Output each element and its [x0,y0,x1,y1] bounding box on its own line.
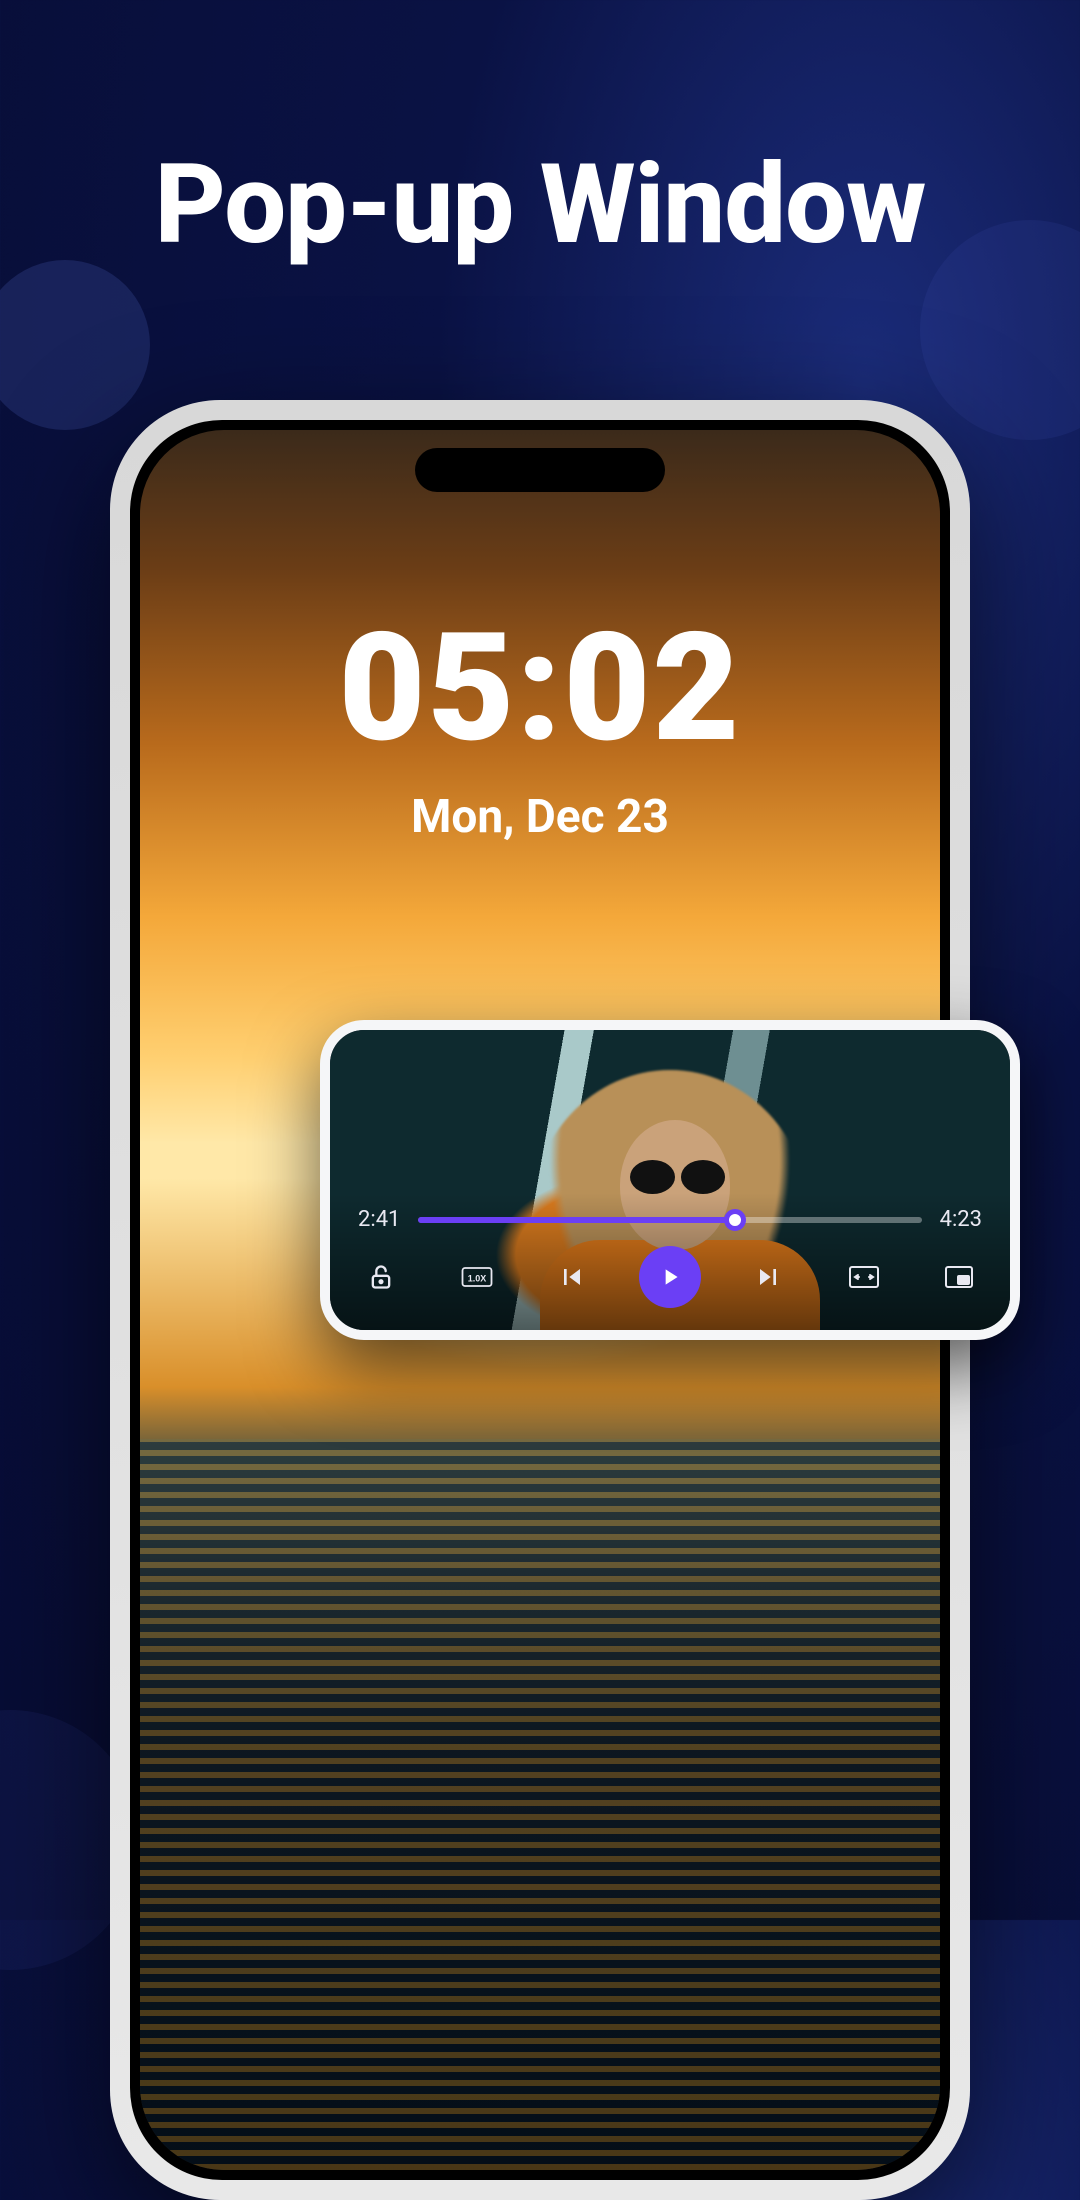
lockscreen-date: Mon, Dec 23 [140,790,940,844]
progress-row: 2:41 4:23 [358,1207,982,1232]
playback-center-group [549,1246,791,1308]
speed-icon: 1.0X [461,1265,493,1289]
page-title: Pop-up Window [0,140,1080,269]
seek-bar-thumb[interactable] [724,1209,746,1231]
phone-notch [415,448,665,492]
lock-button[interactable] [358,1254,404,1300]
seek-bar-fill [418,1217,735,1223]
next-button[interactable] [745,1254,791,1300]
wallpaper-sea [140,1439,940,2170]
aspect-ratio-button[interactable] [841,1254,887,1300]
skip-next-icon [752,1261,784,1293]
popup-player-window[interactable]: 2:41 4:23 1.0X [320,1020,1020,1340]
speed-button[interactable]: 1.0X [454,1254,500,1300]
play-icon [657,1264,683,1290]
player-controls: 2:41 4:23 1.0X [330,1193,1010,1330]
pip-button[interactable] [936,1254,982,1300]
lock-icon [367,1263,395,1291]
previous-button[interactable] [549,1254,595,1300]
play-button[interactable] [639,1246,701,1308]
video-person-sunglasses [630,1160,725,1194]
video-thumbnail[interactable]: 2:41 4:23 1.0X [330,1030,1010,1330]
lockscreen-time: 05:02 [140,600,940,776]
elapsed-time: 2:41 [358,1207,400,1232]
decorative-circle [0,260,150,430]
skip-previous-icon [556,1261,588,1293]
speed-label: 1.0X [467,1274,486,1284]
buttons-row: 1.0X [358,1246,982,1308]
duration-time: 4:23 [940,1207,982,1232]
picture-in-picture-icon [944,1264,974,1290]
aspect-ratio-icon [848,1264,880,1290]
seek-bar[interactable] [418,1217,921,1223]
